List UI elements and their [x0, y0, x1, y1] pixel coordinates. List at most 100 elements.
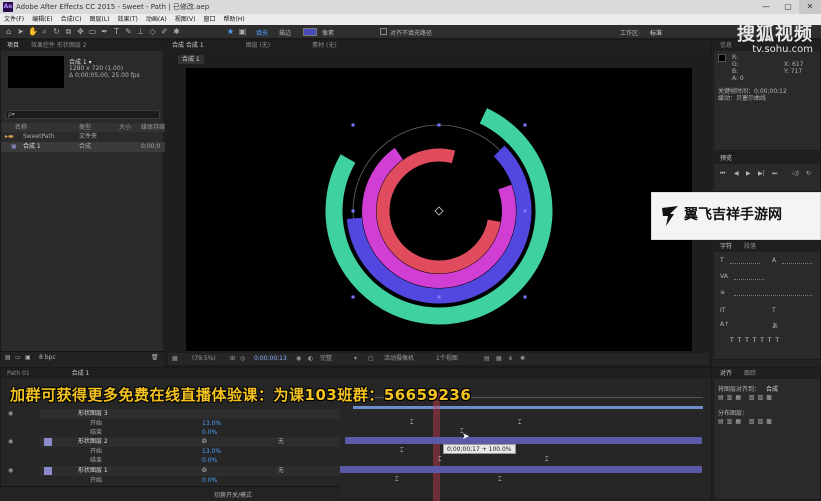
menu-effect[interactable]: 效果(T): [114, 14, 142, 25]
layer-duration-bar[interactable]: [345, 437, 702, 444]
stroke-label[interactable]: 描边: [279, 28, 291, 37]
tracking-field[interactable]: [734, 273, 764, 280]
menu-help[interactable]: 帮助(H): [220, 14, 249, 25]
menu-file[interactable]: 文件(F): [0, 14, 28, 25]
column-size[interactable]: 大小: [119, 123, 131, 132]
color-channel-icon[interactable]: ◐: [308, 353, 313, 365]
tab-composition[interactable]: 合成 合成 1: [172, 42, 204, 49]
layer-label-color[interactable]: [44, 467, 52, 475]
keyframe-icon[interactable]: ⌶: [438, 456, 442, 464]
minimize-button[interactable]: —: [755, 0, 777, 14]
font-size-field[interactable]: [730, 257, 760, 264]
current-time-display[interactable]: 0;00;00;13: [254, 353, 287, 365]
toggle-switches-modes[interactable]: 切换开关/模式: [214, 490, 252, 499]
flowchart-icon[interactable]: ⋔: [508, 353, 513, 365]
work-area-bar[interactable]: [353, 406, 703, 409]
layer-label-color[interactable]: [44, 438, 52, 446]
list-item[interactable]: ▸▬ SweetPath 文件夹: [1, 132, 165, 142]
interpret-footage-icon[interactable]: ▤: [5, 354, 11, 361]
bounding-handle[interactable]: [437, 123, 441, 127]
home-icon[interactable]: ⌂: [4, 27, 13, 36]
keyframe-icon[interactable]: ⌶: [410, 419, 414, 427]
project-search-input[interactable]: ρ▾: [5, 110, 160, 119]
last-frame-icon[interactable]: ⏭: [772, 170, 777, 178]
bounding-handle[interactable]: [351, 295, 355, 299]
tab-effect-controls[interactable]: 效果控件 形状图层 2: [31, 42, 87, 49]
anchor-point-icon[interactable]: [434, 206, 444, 216]
tab-footage[interactable]: 素材 (无): [312, 42, 337, 49]
keyframe-icon[interactable]: ⌶: [498, 476, 502, 484]
views-dropdown[interactable]: 1个视图: [436, 353, 458, 365]
composition-viewer[interactable]: [186, 68, 692, 351]
bit-depth-label[interactable]: 8 bpc: [39, 354, 56, 361]
chevron-down-icon[interactable]: ▾: [354, 353, 357, 365]
tab-preview[interactable]: 预览: [720, 155, 732, 162]
table-row[interactable]: 形状图层 2 ❂ 无: [40, 437, 340, 447]
bounding-handle[interactable]: [351, 123, 355, 127]
hand-tool-icon[interactable]: ✋: [28, 27, 38, 36]
tab-path-01[interactable]: Path 01: [7, 370, 30, 377]
column-duration[interactable]: 媒体持续: [141, 123, 165, 132]
delete-icon[interactable]: 🗑: [151, 354, 159, 361]
fill-label[interactable]: 填充: [256, 28, 268, 37]
menu-layer[interactable]: 图层(L): [86, 14, 114, 25]
distribute-buttons[interactable]: ▤▥▦ ▧▨▩: [718, 418, 775, 425]
align-to-dropdown[interactable]: 合成: [766, 384, 778, 393]
zoom-tool-icon[interactable]: ⌕: [40, 27, 49, 36]
loop-icon[interactable]: ↻: [806, 170, 811, 177]
tab-character[interactable]: 字符: [720, 243, 732, 250]
bounding-handle[interactable]: [523, 209, 527, 213]
stroke-width-field[interactable]: [734, 289, 812, 296]
tab-paragraph[interactable]: 段落: [744, 243, 756, 250]
clone-stamp-tool-icon[interactable]: ⊥: [136, 27, 145, 36]
align-buttons[interactable]: ▤▥▦ ▧▨▩: [718, 394, 775, 401]
camera-tool-icon[interactable]: ⧉: [64, 27, 73, 36]
tab-comp-1[interactable]: 合成 1: [72, 370, 90, 377]
resolution-dropdown[interactable]: 完整: [320, 353, 332, 365]
keyframe-icon[interactable]: ⌶: [545, 456, 549, 464]
tab-layer[interactable]: 图层 (无): [246, 42, 271, 49]
leading-field[interactable]: [782, 257, 812, 264]
menu-animation[interactable]: 动画(A): [142, 14, 171, 25]
fast-preview-icon[interactable]: ▤: [484, 353, 490, 365]
tab-tracker[interactable]: 跟踪: [744, 370, 756, 377]
new-comp-icon[interactable]: ▣: [25, 354, 31, 361]
column-type[interactable]: 类型: [79, 123, 91, 132]
composition-breadcrumb[interactable]: 合成 1: [178, 55, 204, 64]
pan-behind-tool-icon[interactable]: ✥: [76, 27, 85, 36]
maximize-button[interactable]: ▢: [777, 0, 799, 14]
magnification-icon[interactable]: ▦: [172, 353, 178, 365]
puppet-tool-icon[interactable]: ✱: [172, 27, 181, 36]
layer-duration-bar[interactable]: [340, 466, 702, 473]
parent-dropdown[interactable]: 无: [278, 437, 284, 447]
camera-dropdown[interactable]: 活动摄像机: [384, 353, 414, 365]
parent-dropdown[interactable]: 无: [278, 466, 284, 476]
bounding-handle[interactable]: [351, 209, 355, 213]
grid-icon[interactable]: ⊞: [230, 353, 235, 365]
ring-artwork[interactable]: [186, 68, 692, 351]
audio-icon[interactable]: ◁): [792, 170, 799, 177]
pen-tool-icon[interactable]: ✒: [100, 27, 109, 36]
exposure-icon[interactable]: ✺: [520, 353, 525, 365]
rectangle-tool-icon[interactable]: ▭: [88, 27, 97, 36]
new-folder-icon[interactable]: ▭: [15, 354, 21, 361]
menu-edit[interactable]: 编辑(E): [28, 14, 56, 25]
menu-composition[interactable]: 合成(C): [57, 14, 86, 25]
first-frame-icon[interactable]: ⏮: [720, 170, 725, 178]
brush-tool-icon[interactable]: ✎: [124, 27, 133, 36]
keyframe-icon[interactable]: ⌶: [518, 419, 522, 427]
spiral-icon[interactable]: ❂: [202, 466, 207, 476]
rotate-tool-icon[interactable]: ↻: [52, 27, 61, 36]
visibility-eye-icon[interactable]: ◉: [8, 410, 13, 417]
workspace-dropdown[interactable]: 标准: [650, 28, 662, 37]
list-item[interactable]: ▣ 合成 1 合成 0;00;0: [1, 142, 165, 152]
transparency-grid-icon[interactable]: ▦: [496, 353, 502, 365]
property-end-value[interactable]: 0.0%: [202, 456, 217, 466]
stroke-color-swatch[interactable]: [303, 28, 317, 36]
play-icon[interactable]: ▶: [746, 170, 751, 177]
menu-window[interactable]: 窗口: [199, 14, 219, 25]
zoom-dropdown[interactable]: (79.5%): [192, 353, 216, 365]
current-time-indicator[interactable]: [433, 392, 440, 501]
text-tool-icon[interactable]: T: [112, 27, 121, 36]
table-row[interactable]: 形状图层 3: [40, 409, 340, 419]
